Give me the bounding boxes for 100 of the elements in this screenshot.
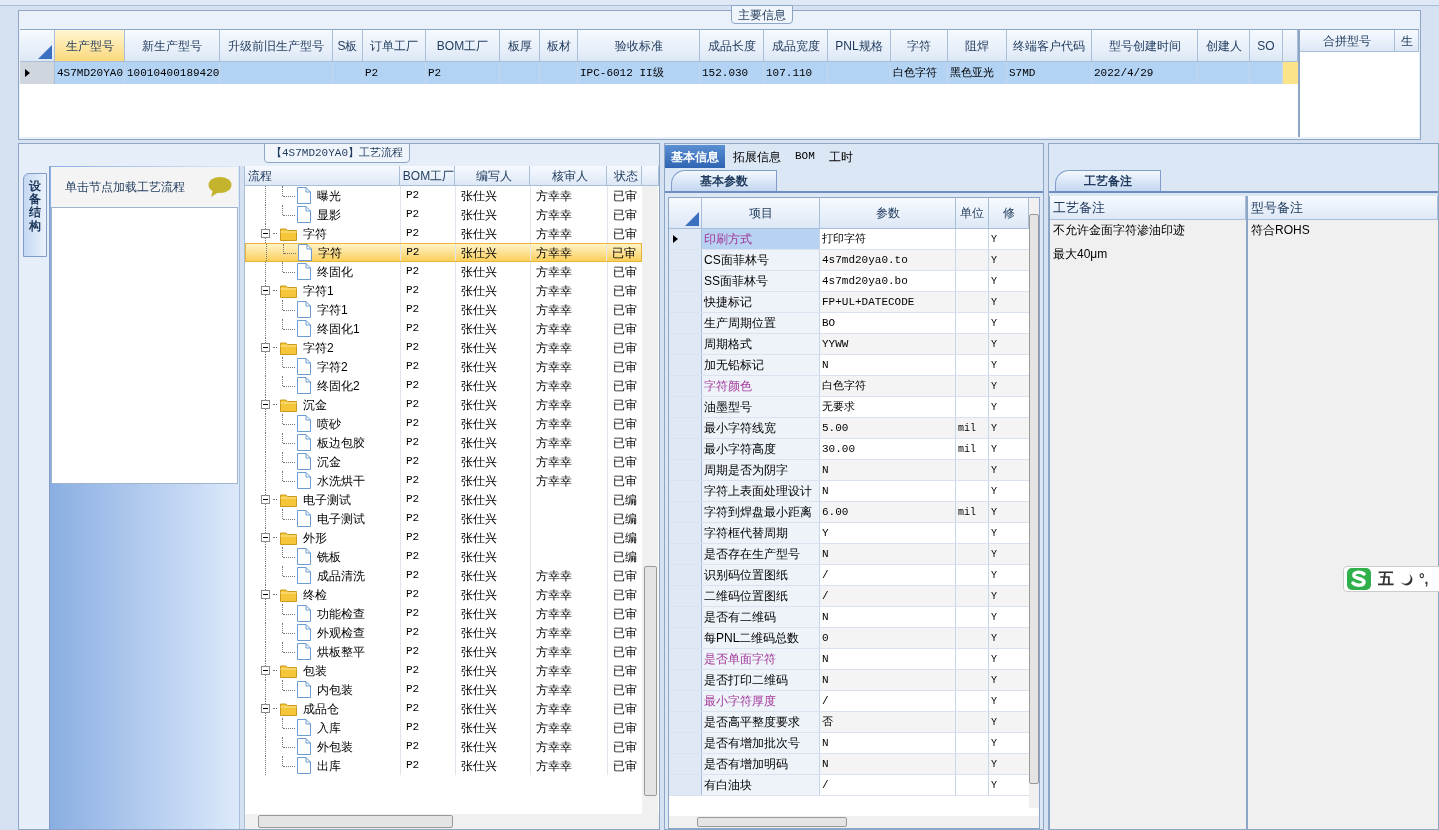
horizontal-scrollbar[interactable]	[245, 814, 659, 829]
table-row[interactable]: 是否有增加批次号 N Y	[669, 733, 1029, 754]
collapse-icon[interactable]	[261, 343, 270, 352]
collapse-icon[interactable]	[261, 495, 270, 504]
table-row[interactable]: 是否高平整度要求 否 Y	[669, 712, 1029, 733]
table-row[interactable]: 最小字符高度 30.00 mil Y	[669, 439, 1029, 460]
ime-toolbar[interactable]: 五 °,	[1343, 566, 1439, 592]
column-header[interactable]: 参数	[820, 198, 956, 229]
column-header[interactable]: 板厚	[500, 30, 540, 62]
table-row[interactable]: 是否有二维码 N Y	[669, 607, 1029, 628]
tree-row[interactable]: 铣板 P2 张仕兴 已编	[245, 547, 642, 566]
tree-row[interactable]: 字符2 P2 张仕兴 方幸幸 已审	[245, 338, 642, 357]
tree-row[interactable]: 内包装 P2 张仕兴 方幸幸 已审	[245, 680, 642, 699]
tree-row[interactable]: 入库 P2 张仕兴 方幸幸 已审	[245, 718, 642, 737]
tree-row[interactable]: 字符1 P2 张仕兴 方幸幸 已审	[245, 281, 642, 300]
sub-tab[interactable]: 基本参数	[671, 170, 777, 191]
column-header[interactable]: 终端客户代码	[1007, 30, 1092, 62]
column-header[interactable]: BOM工厂	[400, 166, 455, 186]
tree-row[interactable]: 外形 P2 张仕兴 已编	[245, 528, 642, 547]
tree-row[interactable]: 字符2 P2 张仕兴 方幸幸 已审	[245, 357, 642, 376]
column-header[interactable]: 板材	[540, 30, 578, 62]
tree-row[interactable]: 曝光 P2 张仕兴 方幸幸 已审	[245, 186, 642, 205]
collapse-icon[interactable]	[261, 666, 270, 675]
tree-row[interactable]: 出库 P2 张仕兴 方幸幸 已审	[245, 756, 642, 775]
tab[interactable]: 基本信息	[665, 145, 725, 168]
table-row[interactable]: 加无铅标记 N Y	[669, 355, 1029, 376]
table-row[interactable]: 是否存在生产型号 N Y	[669, 544, 1029, 565]
tree-row[interactable]: 功能检查 P2 张仕兴 方幸幸 已审	[245, 604, 642, 623]
tab[interactable]: 拓展信息	[727, 145, 787, 168]
table-row[interactable]: 字符框代替周期 Y Y	[669, 523, 1029, 544]
table-row[interactable]: 4S7MD20YA0 10010400189420 P2 P2 IPC-6012 II级 152.030 107.110 白色字符 黑色亚光 S7MD 2022/4/29	[20, 62, 1298, 84]
tree-row[interactable]: 外观检查 P2 张仕兴 方幸幸 已审	[245, 623, 642, 642]
vertical-scrollbar[interactable]	[642, 186, 658, 814]
column-header[interactable]: 阻焊	[948, 30, 1007, 62]
tree-row[interactable]: 电子测试 P2 张仕兴 已编	[245, 509, 642, 528]
table-row[interactable]: 最小字符厚度 / Y	[669, 691, 1029, 712]
tab[interactable]: 工时	[822, 145, 859, 168]
tree-row[interactable]: 终固化2 P2 张仕兴 方幸幸 已审	[245, 376, 642, 395]
tree-row[interactable]: 电子测试 P2 张仕兴 已编	[245, 490, 642, 509]
tree-row[interactable]: 终固化 P2 张仕兴 方幸幸 已审	[245, 262, 642, 281]
tree-row[interactable]: 成品清洗 P2 张仕兴 方幸幸 已审	[245, 566, 642, 585]
table-row[interactable]: 识别码位置图纸 / Y	[669, 565, 1029, 586]
tree-row[interactable]: 沉金 P2 张仕兴 方幸幸 已审	[245, 452, 642, 471]
table-row[interactable]: 最小字符线宽 5.00 mil Y	[669, 418, 1029, 439]
tree-row[interactable]: 包装 P2 张仕兴 方幸幸 已审	[245, 661, 642, 680]
table-row[interactable]: 是否打印二维码 N Y	[669, 670, 1029, 691]
column-header[interactable]: 型号创建时间	[1092, 30, 1198, 62]
table-row[interactable]: 生产周期位置 BO Y	[669, 313, 1029, 334]
column-header[interactable]: PNL规格	[828, 30, 891, 62]
column-header[interactable]: S板	[333, 30, 363, 62]
tree-row[interactable]: 外包装 P2 张仕兴 方幸幸 已审	[245, 737, 642, 756]
column-header[interactable]: 生产型号	[55, 30, 125, 62]
column-header[interactable]: 单位	[956, 198, 989, 229]
vertical-scrollbar[interactable]	[1029, 198, 1039, 808]
column-header[interactable]: BOM工厂	[426, 30, 500, 62]
column-header[interactable]: 成品宽度	[764, 30, 828, 62]
tab[interactable]: BOM	[789, 145, 821, 168]
column-header[interactable]: 项目	[702, 198, 820, 229]
column-header[interactable]: 型号备注	[1248, 196, 1438, 220]
tree-row[interactable]: 喷砂 P2 张仕兴 方幸幸 已审	[245, 414, 642, 433]
tree-row[interactable]: 字符1 P2 张仕兴 方幸幸 已审	[245, 300, 642, 319]
tree-row[interactable]: 终固化1 P2 张仕兴 方幸幸 已审	[245, 319, 642, 338]
table-row[interactable]: 油墨型号 无要求 Y	[669, 397, 1029, 418]
column-header[interactable]: 状态	[607, 166, 642, 186]
tree-row[interactable]: 终检 P2 张仕兴 方幸幸 已审	[245, 585, 642, 604]
tree-row[interactable]: 烘板整平 P2 张仕兴 方幸幸 已审	[245, 642, 642, 661]
table-row[interactable]: 印刷方式 打印字符 Y	[669, 229, 1029, 250]
tree-row[interactable]: 成品仓 P2 张仕兴 方幸幸 已审	[245, 699, 642, 718]
column-header[interactable]: 流程	[245, 166, 400, 186]
tree-row[interactable]: 字符 P2 张仕兴 方幸幸 已审	[245, 243, 642, 262]
table-row[interactable]: 字符到焊盘最小距离 6.00 mil Y	[669, 502, 1029, 523]
table-row[interactable]: 字符颜色 白色字符 Y	[669, 376, 1029, 397]
table-row[interactable]: SS面菲林号 4s7md20ya0.bo Y	[669, 271, 1029, 292]
column-header[interactable]: 字符	[891, 30, 948, 62]
column-header[interactable]: 升级前旧生产型号	[220, 30, 333, 62]
tree-row[interactable]: 板边包胶 P2 张仕兴 方幸幸 已审	[245, 433, 642, 452]
horizontal-scrollbar[interactable]	[669, 816, 1039, 828]
table-row[interactable]: 字符上表面处理设计 N Y	[669, 481, 1029, 502]
table-row[interactable]: 有白油块 / Y	[669, 775, 1029, 796]
column-header[interactable]: 订单工厂	[363, 30, 426, 62]
tree-row[interactable]: 沉金 P2 张仕兴 方幸幸 已审	[245, 395, 642, 414]
column-header[interactable]: 核审人	[530, 166, 607, 186]
table-row[interactable]: 每PNL二维码总数 0 Y	[669, 628, 1029, 649]
table-row[interactable]: CS面菲林号 4s7md20ya0.to Y	[669, 250, 1029, 271]
side-tab[interactable]: 设备结构	[23, 173, 47, 257]
column-header[interactable]: 新生产型号	[125, 30, 220, 62]
collapse-icon[interactable]	[261, 590, 270, 599]
sub-tab[interactable]: 工艺备注	[1055, 170, 1161, 191]
tree-row[interactable]: 水洗烘干 P2 张仕兴 方幸幸 已审	[245, 471, 642, 490]
collapse-icon[interactable]	[261, 400, 270, 409]
column-header[interactable]: 成品长度	[700, 30, 764, 62]
column-header[interactable]: 编写人	[455, 166, 530, 186]
table-row[interactable]: 是否有增加明码 N Y	[669, 754, 1029, 775]
column-header[interactable]: 工艺备注	[1050, 196, 1246, 220]
table-row[interactable]: 周期是否为阴字 N Y	[669, 460, 1029, 481]
collapse-icon[interactable]	[261, 229, 270, 238]
column-header[interactable]: 生	[1395, 30, 1419, 52]
collapse-icon[interactable]	[261, 533, 270, 542]
column-header[interactable]: 合拼型号	[1300, 30, 1395, 52]
collapse-icon[interactable]	[261, 704, 270, 713]
